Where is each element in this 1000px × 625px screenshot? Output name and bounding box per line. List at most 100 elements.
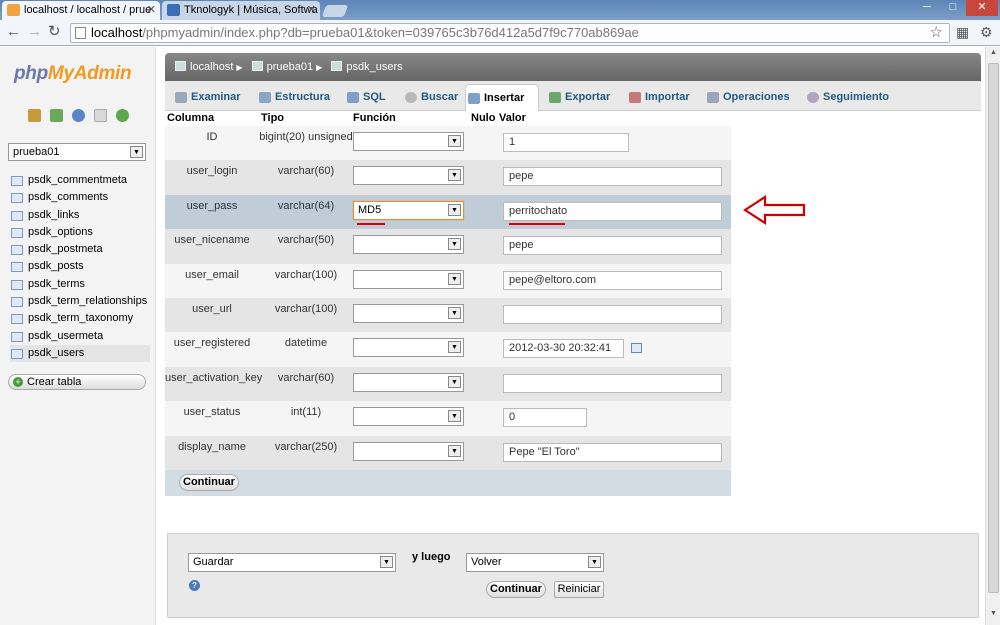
value-input-user-status[interactable]: 0	[503, 408, 587, 428]
table-icon[interactable]	[11, 193, 23, 204]
function-select[interactable]: ▼	[353, 132, 464, 151]
table-icon[interactable]	[11, 348, 23, 359]
table-list-label[interactable]: psdk_term_relationships	[28, 295, 147, 307]
breadcrumb-database[interactable]: prueba01	[267, 61, 314, 73]
scrollbar-thumb[interactable]	[988, 63, 999, 593]
value-input-user-registered[interactable]: 2012-03-30 20:32:41	[503, 339, 624, 359]
table-list-label[interactable]: psdk_users	[28, 347, 84, 359]
browser-tab-phpmyadmin[interactable]: localhost / localhost / prue ✕	[2, 1, 160, 20]
reload-icon[interactable]: ↻	[48, 23, 61, 41]
page-scrollbar[interactable]: ▲ ▼	[985, 47, 1000, 625]
function-select[interactable]: ▼	[353, 303, 464, 323]
action-select[interactable]: Guardar ▼	[188, 553, 396, 572]
table-icon[interactable]	[11, 279, 23, 290]
table-icon[interactable]	[11, 210, 23, 221]
table-list-item[interactable]: psdk_posts	[10, 258, 150, 275]
tab-operaciones[interactable]: Operaciones	[705, 84, 790, 111]
table-list-item[interactable]: psdk_comments	[10, 189, 150, 206]
value-input-user-url[interactable]	[503, 304, 722, 324]
table-list-item[interactable]: psdk_term_taxonomy	[10, 310, 150, 327]
table-list-label[interactable]: psdk_terms	[28, 278, 85, 290]
table-list-label[interactable]: psdk_postmeta	[28, 243, 103, 255]
refresh-icon[interactable]	[116, 109, 130, 122]
create-table-button[interactable]: + Crear tabla	[8, 374, 146, 390]
function-select[interactable]: ▼	[353, 269, 464, 289]
table-list-item[interactable]: psdk_links	[10, 207, 150, 224]
scroll-up-icon[interactable]: ▲	[988, 49, 999, 60]
value-input-display-name[interactable]: Pepe "El Toro"	[503, 442, 722, 462]
table-list-label[interactable]: psdk_comments	[28, 191, 108, 203]
tab-importar[interactable]: Importar	[627, 84, 690, 111]
value-input-user-nicename[interactable]: pepe	[503, 236, 722, 256]
continue-button[interactable]: Continuar	[179, 473, 239, 491]
close-tab-icon[interactable]: ✕	[147, 3, 156, 16]
table-list-label[interactable]: psdk_commentmeta	[28, 174, 127, 186]
table-list-item[interactable]: psdk_postmeta	[10, 241, 150, 258]
function-select[interactable]: ▼	[353, 235, 464, 255]
tab-estructura[interactable]: Estructura	[257, 84, 330, 111]
maximize-icon[interactable]: □	[940, 0, 966, 16]
back-icon[interactable]: ←	[6, 23, 21, 41]
database-select[interactable]: prueba01 ▼	[8, 143, 146, 161]
help-icon[interactable]: ?	[189, 580, 200, 591]
help-icon[interactable]	[72, 109, 86, 122]
breadcrumb-server[interactable]: localhost	[190, 61, 233, 73]
value-input-user-login[interactable]: pepe	[503, 167, 722, 187]
tab-sql[interactable]: SQL	[345, 84, 386, 111]
home-icon[interactable]	[28, 109, 41, 122]
exit-icon[interactable]	[50, 109, 64, 122]
tab-examinar[interactable]: Examinar	[173, 84, 241, 111]
bookmark-star-icon[interactable]: ☆	[930, 24, 943, 42]
forward-icon[interactable]: →	[27, 23, 42, 41]
table-icon[interactable]	[11, 331, 23, 342]
table-list-label[interactable]: psdk_usermeta	[28, 330, 103, 342]
table-icon[interactable]	[11, 297, 23, 308]
value-input-user-activation-key[interactable]	[503, 373, 722, 393]
table-list-item[interactable]: psdk_term_relationships	[10, 293, 150, 310]
value-input-user-email[interactable]: pepe@eltoro.com	[503, 270, 722, 290]
function-select[interactable]: ▼	[353, 338, 464, 358]
table-list-item[interactable]: psdk_commentmeta	[10, 172, 150, 189]
function-select[interactable]: ▼	[353, 166, 464, 186]
function-select[interactable]: ▼	[353, 407, 464, 427]
reset-button[interactable]: Reiniciar	[554, 581, 604, 598]
table-list-label[interactable]: psdk_options	[28, 226, 93, 238]
docs-icon[interactable]	[94, 109, 108, 122]
tab-buscar[interactable]: Buscar	[403, 84, 458, 111]
browser-tab-tknologyk[interactable]: Tknologyk | Música, Softwa ✕	[162, 1, 320, 20]
table-icon[interactable]	[11, 176, 23, 186]
close-tab-icon[interactable]: ✕	[307, 3, 316, 16]
column-name: user_nicename	[174, 234, 250, 247]
new-tab-button[interactable]	[321, 5, 349, 17]
table-list-item[interactable]: psdk_usermeta	[10, 328, 150, 345]
phpmyadmin-logo[interactable]: phpMyAdmin	[14, 63, 132, 85]
value-input-user-pass[interactable]: perritochato	[503, 201, 722, 221]
table-list-item[interactable]: psdk_options	[10, 224, 150, 241]
function-select[interactable]: ▼	[353, 372, 464, 392]
table-list-label[interactable]: psdk_term_taxonomy	[28, 312, 133, 324]
table-list-item[interactable]: psdk_users	[10, 344, 150, 363]
close-window-icon[interactable]: ✕	[966, 0, 998, 16]
then-select[interactable]: Volver ▼	[466, 553, 604, 572]
function-select[interactable]: ▼	[353, 441, 464, 461]
tab-exportar[interactable]: Exportar	[547, 84, 610, 111]
value-input-ID[interactable]: 1	[503, 133, 629, 152]
function-select[interactable]: MD5 ▼	[353, 200, 464, 220]
table-list-label[interactable]: psdk_links	[28, 209, 79, 221]
address-bar[interactable]: localhost/phpmyadmin/index.php?db=prueba…	[70, 23, 950, 43]
table-icon[interactable]	[11, 245, 23, 256]
table-list-item[interactable]: psdk_terms	[10, 276, 150, 293]
table-icon[interactable]	[11, 314, 23, 325]
table-list-label[interactable]: psdk_posts	[28, 260, 84, 272]
tab-seguimiento[interactable]: Seguimiento	[805, 84, 889, 111]
calendar-icon[interactable]	[631, 343, 642, 354]
wrench-icon[interactable]: ⚙	[980, 24, 993, 41]
table-icon[interactable]	[11, 262, 23, 273]
tab-insertar[interactable]: Insertar	[465, 84, 539, 111]
scroll-down-icon[interactable]: ▼	[988, 610, 999, 621]
minimize-icon[interactable]: ─	[914, 0, 940, 16]
breadcrumb-table[interactable]: psdk_users	[346, 61, 402, 73]
table-icon[interactable]	[11, 227, 23, 238]
continue-button[interactable]: Continuar	[486, 581, 546, 598]
page-menu-icon[interactable]: ▦	[956, 24, 969, 41]
